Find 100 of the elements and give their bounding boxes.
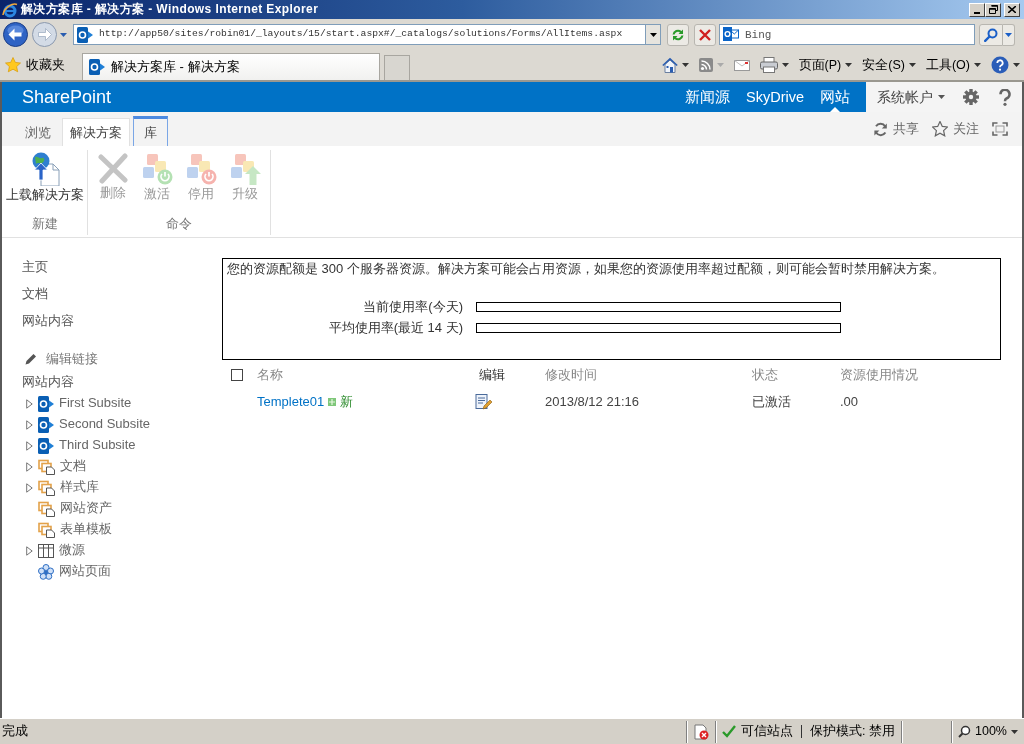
stop-button[interactable] (694, 23, 716, 46)
suite-link[interactable]: 新闻源 (677, 82, 738, 112)
zoom-button[interactable]: 100% (958, 724, 1018, 739)
new-label: 新 (340, 393, 354, 411)
column-header[interactable]: 名称 (257, 366, 283, 382)
brand-name: SharePoint (21, 85, 112, 109)
expander-triangle-icon[interactable] (26, 482, 33, 493)
browser-tab[interactable]: 解决方案库 - 解决方案 (82, 53, 380, 80)
magnifier-icon (958, 725, 971, 738)
nav-link[interactable]: 文档 (22, 286, 48, 303)
mail-tile-icon (723, 27, 739, 41)
tree-item[interactable]: First Subsite (59, 395, 132, 412)
focus-button[interactable] (992, 122, 1008, 136)
menu-button[interactable]: 工具(O) (925, 57, 981, 73)
caret-icon (938, 95, 945, 99)
caret-icon (1013, 63, 1020, 67)
close-icon (1008, 6, 1016, 13)
page-x-icon (693, 723, 710, 740)
feeds-button[interactable] (698, 58, 724, 72)
ribbon-button[interactable]: 上载解决方案 (5, 152, 84, 217)
logo-tile-icon (38, 416, 54, 433)
select-all-checkbox[interactable] (231, 369, 243, 381)
address-field[interactable]: http://app50/sites/robin01/_layouts/15/start.aspx#/_catalogs/solutions/Forms/AllItems.aspx (73, 24, 645, 45)
suite-link[interactable]: 网站 (812, 82, 858, 112)
address-dropdown-button[interactable] (645, 24, 661, 45)
account-menu[interactable]: 系统帐户 (877, 82, 945, 112)
caret-icon (716, 63, 724, 67)
expander-triangle-icon[interactable] (26, 545, 33, 556)
feed-icon (698, 58, 713, 72)
stacked-pages-icon (38, 479, 55, 496)
quota-message: 您的资源配额是 300 个服务器资源。解决方案可能会占用资源，如果您的资源使用率超过配额，则可能会暂时禁用解决方案。 (227, 261, 946, 277)
logo-tile-icon (89, 59, 105, 75)
column-header[interactable]: 修改时间 (545, 366, 597, 382)
status-text: 完成 (1, 723, 28, 740)
envelope-icon (733, 59, 750, 71)
expander-triangle-icon[interactable] (26, 419, 33, 430)
expander-triangle-icon[interactable] (26, 461, 33, 472)
minimize-icon (974, 11, 980, 14)
share-button[interactable]: 共享 (873, 121, 919, 137)
nav-link[interactable]: 网站内容 (22, 313, 74, 330)
search-button[interactable] (979, 23, 1003, 46)
menu-button[interactable]: 安全(S) (862, 57, 916, 73)
mail-button[interactable] (733, 59, 750, 71)
favorites-button[interactable]: 收藏夹 (5, 57, 65, 73)
caret-icon (649, 32, 657, 37)
column-header[interactable]: 编辑 (479, 366, 505, 382)
nav-link[interactable]: 主页 (22, 259, 48, 276)
logo-tile-icon (77, 26, 93, 43)
ribbon-tab[interactable]: 解决方案 (62, 118, 130, 146)
window-title: 解决方案库 - 解决方案 - Windows Internet Explorer (21, 2, 319, 17)
caret-icon (60, 32, 67, 37)
menu-button[interactable]: 页面(P) (798, 57, 853, 73)
tree-item[interactable]: 微源 (59, 542, 85, 559)
caret-icon (974, 63, 981, 67)
back-button[interactable] (3, 22, 28, 47)
logo-tile-icon (38, 395, 54, 412)
follow-button[interactable]: 关注 (932, 121, 979, 137)
caret-icon (845, 63, 853, 67)
tree-item[interactable]: 表单模板 (60, 521, 112, 538)
help-button[interactable] (991, 56, 1020, 74)
tree-item[interactable]: Second Subsite (59, 416, 151, 433)
item-name-link[interactable]: Templete01 (257, 393, 325, 411)
meter-label: 当前使用率(今天) (362, 299, 463, 315)
group-label: 新建 (30, 217, 59, 233)
restore-icon (988, 5, 998, 14)
tree-item[interactable]: 网站资产 (60, 500, 112, 517)
minimize-button[interactable] (969, 2, 985, 17)
column-header[interactable]: 状态 (752, 366, 778, 382)
house-icon (661, 57, 678, 73)
tree-item[interactable]: 文档 (60, 458, 86, 475)
stacked-pages-icon (38, 458, 55, 475)
refresh-button[interactable] (667, 23, 689, 46)
corner-brackets-icon (992, 122, 1008, 136)
cubes-up-arrow-icon (229, 152, 261, 185)
ribbon-tab[interactable]: 浏览 (17, 118, 59, 146)
document-pencil-icon[interactable] (475, 394, 492, 410)
search-field[interactable]: Bing (719, 24, 975, 45)
cubes-power-icon (185, 152, 217, 185)
usage-value: .00 (840, 393, 859, 411)
help-icon (999, 88, 1011, 106)
expander-triangle-icon[interactable] (26, 440, 33, 451)
suite-link[interactable]: SkyDrive (738, 82, 812, 112)
edit-links-link[interactable]: 编辑链接 (46, 350, 98, 368)
refresh-icon (671, 27, 685, 42)
tree-item[interactable]: 网站页面 (59, 563, 111, 580)
circular-arrows-icon (873, 121, 888, 137)
print-button[interactable] (759, 57, 789, 73)
column-header[interactable]: 资源使用情况 (840, 366, 918, 382)
star-icon (5, 57, 21, 73)
stacked-pages-icon (38, 500, 55, 517)
tree-item[interactable]: Third Subsite (59, 437, 136, 454)
modified-date: 2013/8/12 21:16 (545, 393, 639, 411)
restore-button[interactable] (985, 2, 1001, 17)
home-button[interactable] (661, 57, 689, 73)
tree-item[interactable]: 样式库 (60, 479, 99, 496)
search-options-button[interactable] (1003, 23, 1015, 46)
ribbon-tab[interactable]: 库 (133, 116, 168, 146)
table-grid-icon (38, 543, 54, 558)
close-button[interactable] (1004, 2, 1020, 17)
expander-triangle-icon[interactable] (26, 398, 33, 409)
